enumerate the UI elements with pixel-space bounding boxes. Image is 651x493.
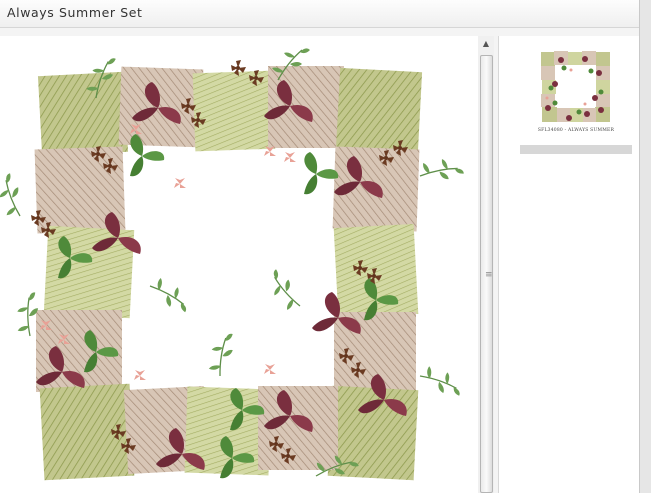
vertical-scrollbar[interactable]: ▲ ≡ <box>478 36 494 493</box>
thumbnail-item[interactable]: SFL34080 - ALWAYS SUMMER <box>538 48 614 133</box>
loading-bar <box>520 145 632 154</box>
triangle-up-icon: ▲ <box>482 39 490 48</box>
wreath-artwork <box>0 47 466 493</box>
thumbnail-caption: SFL34080 - ALWAYS SUMMER <box>537 128 615 133</box>
thumbnail-panel: SFL34080 - ALWAYS SUMMER <box>499 36 639 493</box>
grip-icon: ≡ <box>485 270 493 280</box>
title-bar: Always Summer Set <box>0 0 640 28</box>
thumbnail-image <box>539 50 613 124</box>
scroll-thumb[interactable]: ≡ <box>480 55 493 493</box>
window-title: Always Summer Set <box>7 5 143 20</box>
scroll-up-button[interactable]: ▲ <box>478 36 494 52</box>
window-edge <box>639 0 651 493</box>
image-viewer[interactable] <box>0 36 478 493</box>
